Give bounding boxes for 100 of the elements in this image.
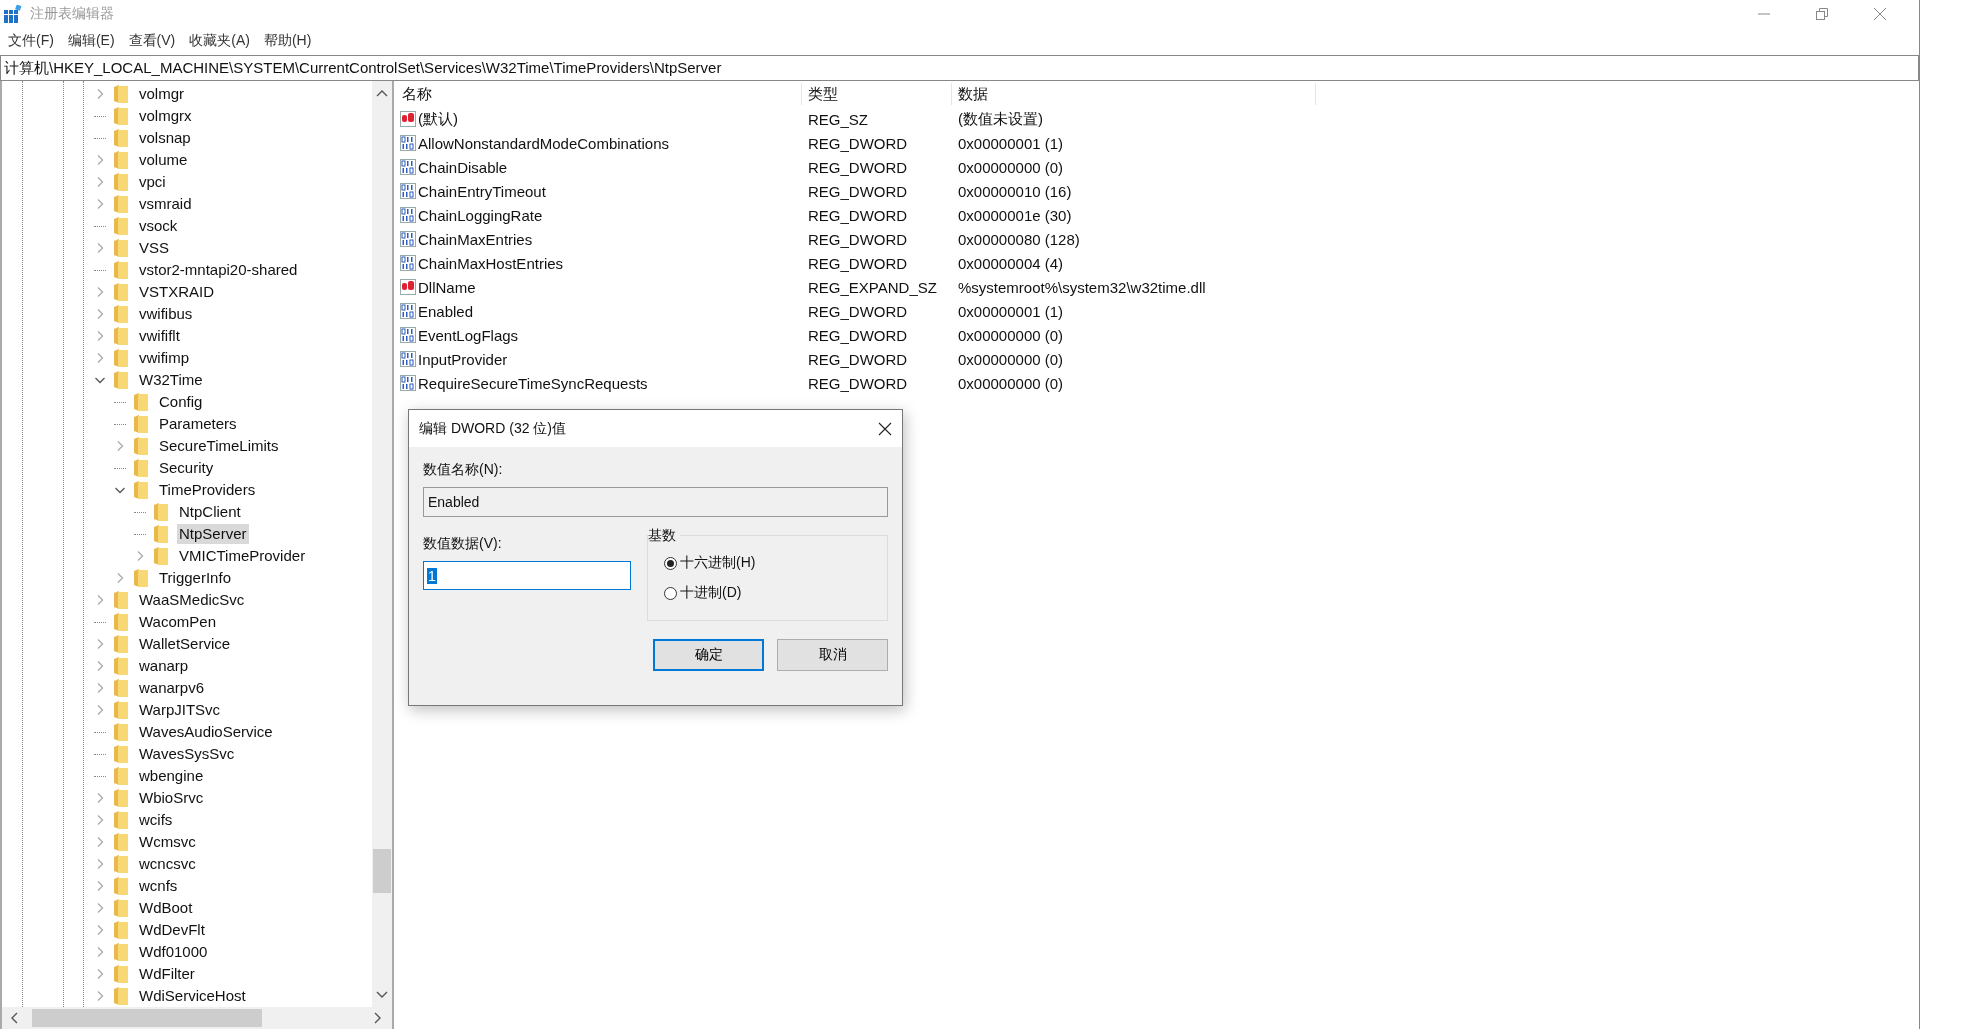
scroll-up-icon[interactable] xyxy=(376,89,388,97)
tree-item[interactable]: WdDevFlt xyxy=(137,920,207,940)
tree-item[interactable]: vsmraid xyxy=(137,194,194,214)
value-data: 0x00000001 (1) xyxy=(957,134,1065,152)
tree-item[interactable]: WaaSMedicSvc xyxy=(137,590,247,610)
value-name[interactable]: ChainMaxHostEntries xyxy=(418,254,564,272)
cancel-button[interactable]: 取消 xyxy=(777,639,888,671)
tree-item[interactable]: WdFilter xyxy=(137,964,197,984)
tree-item[interactable]: wbengine xyxy=(137,766,206,786)
column-header[interactable]: 类型 xyxy=(802,83,952,105)
field-label: 数值数据(V): xyxy=(423,535,503,553)
tree-item[interactable]: WacomPen xyxy=(137,612,218,632)
menu-item[interactable]: 文件(F) xyxy=(8,32,54,50)
folder-icon xyxy=(114,173,128,191)
radio-button[interactable] xyxy=(664,556,677,570)
tree-item[interactable]: vstor2-mntapi20-shared xyxy=(137,260,300,280)
folder-icon xyxy=(114,679,128,697)
tree-item[interactable]: Config xyxy=(157,392,205,412)
tree-item[interactable]: W32Time xyxy=(137,370,205,390)
value-name[interactable]: (默认) xyxy=(418,109,458,129)
tree-item[interactable]: WdBoot xyxy=(137,898,195,918)
tree-item[interactable]: TimeProviders xyxy=(157,480,258,500)
scroll-right-icon[interactable] xyxy=(374,1012,382,1024)
tree-item[interactable]: wcnfs xyxy=(137,876,180,896)
tree-item[interactable]: NtpClient xyxy=(177,502,243,522)
folder-icon xyxy=(114,745,128,763)
value-name[interactable]: ChainMaxEntries xyxy=(418,230,533,248)
folder-icon xyxy=(114,635,128,653)
ok-button[interactable]: 确定 xyxy=(653,639,764,671)
menu-item[interactable]: 帮助(H) xyxy=(263,32,312,50)
folder-icon xyxy=(114,283,128,301)
radio-label[interactable]: 十六进制(H) xyxy=(680,554,756,572)
scrollbar-thumb[interactable] xyxy=(373,849,391,893)
value-name[interactable]: InputProvider xyxy=(418,350,508,368)
value-name[interactable]: DllName xyxy=(418,278,476,296)
value-name[interactable]: ChainDisable xyxy=(418,158,508,176)
value-type: REG_SZ xyxy=(807,110,869,128)
tree-item[interactable]: wcncsvc xyxy=(137,854,198,874)
value-type: REG_DWORD xyxy=(807,134,909,152)
value-name[interactable]: ChainLoggingRate xyxy=(418,206,543,224)
value-name[interactable]: Enabled xyxy=(418,302,474,320)
tree-item[interactable]: VSS xyxy=(137,238,171,258)
menu-item[interactable]: 收藏夹(A) xyxy=(189,32,250,50)
tree-item[interactable]: volsnap xyxy=(137,128,193,148)
value-data: 0x00000010 (16) xyxy=(957,182,1073,200)
close-icon[interactable] xyxy=(878,421,892,436)
column-header[interactable]: 名称 xyxy=(398,83,802,105)
tree-item[interactable]: WarpJITSvc xyxy=(137,700,223,720)
value-name[interactable]: EventLogFlags xyxy=(418,326,519,344)
value-name[interactable]: ChainEntryTimeout xyxy=(418,182,546,200)
value-name[interactable]: AllowNonstandardModeCombinations xyxy=(418,134,669,152)
tree-item[interactable]: vpci xyxy=(137,172,168,192)
restore-icon[interactable] xyxy=(1815,7,1829,21)
tree-item[interactable]: vwifibus xyxy=(137,304,195,324)
tree-item[interactable]: WalletService xyxy=(137,634,233,654)
tree-item[interactable]: volmgr xyxy=(137,84,186,104)
address-bar[interactable]: 计算机\HKEY_LOCAL_MACHINE\SYSTEM\CurrentControlSet\Services\W32Time\TimeProviders\NtpServer xyxy=(0,55,1919,81)
tree-item[interactable]: vsock xyxy=(137,216,180,236)
value-type: REG_DWORD xyxy=(807,302,909,320)
tree-item[interactable]: wanarpv6 xyxy=(137,678,207,698)
tree-item[interactable]: vwifimp xyxy=(137,348,191,368)
menu-item[interactable]: 查看(V) xyxy=(128,32,176,50)
folder-icon xyxy=(114,855,128,873)
tree-item[interactable]: volmgrx xyxy=(137,106,194,126)
tree-item[interactable]: Wdf01000 xyxy=(137,942,210,962)
menu-item[interactable]: 编辑(E) xyxy=(67,32,115,50)
value-name[interactable]: RequireSecureTimeSyncRequests xyxy=(418,374,648,392)
tree-item[interactable]: Parameters xyxy=(157,414,239,434)
tree-item[interactable]: Wcmsvc xyxy=(137,832,198,852)
tree-item[interactable]: VSTXRAID xyxy=(137,282,216,302)
tree-item[interactable]: wanarp xyxy=(137,656,191,676)
value-name-field[interactable]: Enabled xyxy=(423,487,888,517)
value-data: 0x00000000 (0) xyxy=(957,326,1065,344)
value-type: REG_DWORD xyxy=(807,158,909,176)
tree-item[interactable]: NtpServer xyxy=(177,524,249,544)
scroll-down-icon[interactable] xyxy=(376,991,388,999)
tree-item[interactable]: Security xyxy=(157,458,216,478)
value-data: 0x00000001 (1) xyxy=(957,302,1065,320)
value-data-field[interactable]: 1 xyxy=(423,561,631,590)
tree-item[interactable]: vwififlt xyxy=(137,326,182,346)
scrollbar-thumb[interactable] xyxy=(32,1009,262,1027)
radio-label[interactable]: 十进制(D) xyxy=(680,584,742,602)
tree-item[interactable]: wcifs xyxy=(137,810,175,830)
folder-icon xyxy=(114,767,128,785)
folder-icon xyxy=(114,943,128,961)
value-type: REG_DWORD xyxy=(807,254,909,272)
tree-item[interactable]: WavesSysSvc xyxy=(137,744,237,764)
tree-item[interactable]: VMICTimeProvider xyxy=(177,546,308,566)
tree-item[interactable]: WavesAudioService xyxy=(137,722,275,742)
folder-icon xyxy=(114,613,128,631)
tree-item[interactable]: SecureTimeLimits xyxy=(157,436,281,456)
radio-button[interactable] xyxy=(664,586,677,600)
tree-item[interactable]: WdiServiceHost xyxy=(137,986,248,1006)
tree-item[interactable]: TriggerInfo xyxy=(157,568,233,588)
scroll-left-icon[interactable] xyxy=(10,1012,18,1024)
dialog-title: 编辑 DWORD (32 位)值 xyxy=(419,419,566,438)
tree-item[interactable]: volume xyxy=(137,150,190,170)
column-header[interactable]: 数据 xyxy=(952,83,1316,105)
folder-icon xyxy=(154,525,168,543)
tree-item[interactable]: WbioSrvc xyxy=(137,788,206,808)
